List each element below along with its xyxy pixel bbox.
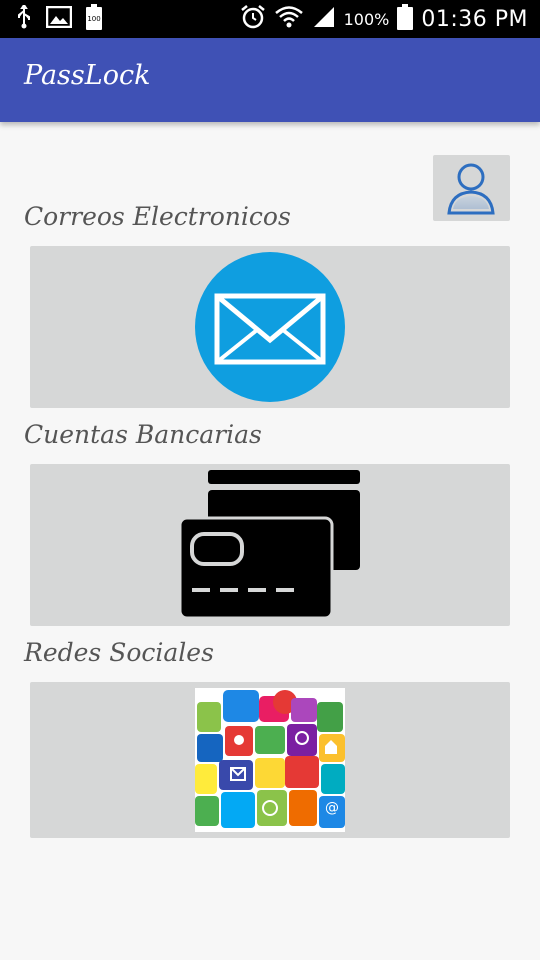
battery-percent: 100% (343, 9, 390, 29)
bank-card[interactable] (30, 464, 510, 626)
app-bar: PassLock (0, 38, 540, 122)
status-bar: 100 100% 01:36 PM (0, 0, 540, 38)
social-media-collage-icon: @ (195, 688, 345, 836)
svg-text:100: 100 (87, 15, 100, 23)
credit-card-icon (178, 468, 363, 626)
usb-icon (16, 3, 32, 33)
app-title: PassLock (24, 60, 151, 91)
clock: 01:36 PM (421, 6, 528, 32)
status-right: 100% 01:36 PM (240, 4, 528, 34)
wifi-icon (274, 4, 304, 34)
image-icon (45, 5, 73, 32)
social-card[interactable]: @ (30, 682, 510, 838)
signal-icon (312, 5, 336, 33)
email-icon (195, 252, 345, 406)
battery-small-icon: 100 (86, 4, 102, 34)
email-card[interactable] (30, 246, 510, 408)
section-label-bank: Cuentas Bancarias (24, 420, 262, 449)
status-left: 100 (16, 3, 102, 34)
svg-text:@: @ (325, 800, 339, 816)
section-label-email: Correos Electronicos (24, 202, 291, 231)
profile-button[interactable] (433, 155, 510, 221)
section-label-social: Redes Sociales (24, 638, 214, 667)
alarm-icon (240, 4, 266, 34)
battery-icon (397, 4, 414, 34)
